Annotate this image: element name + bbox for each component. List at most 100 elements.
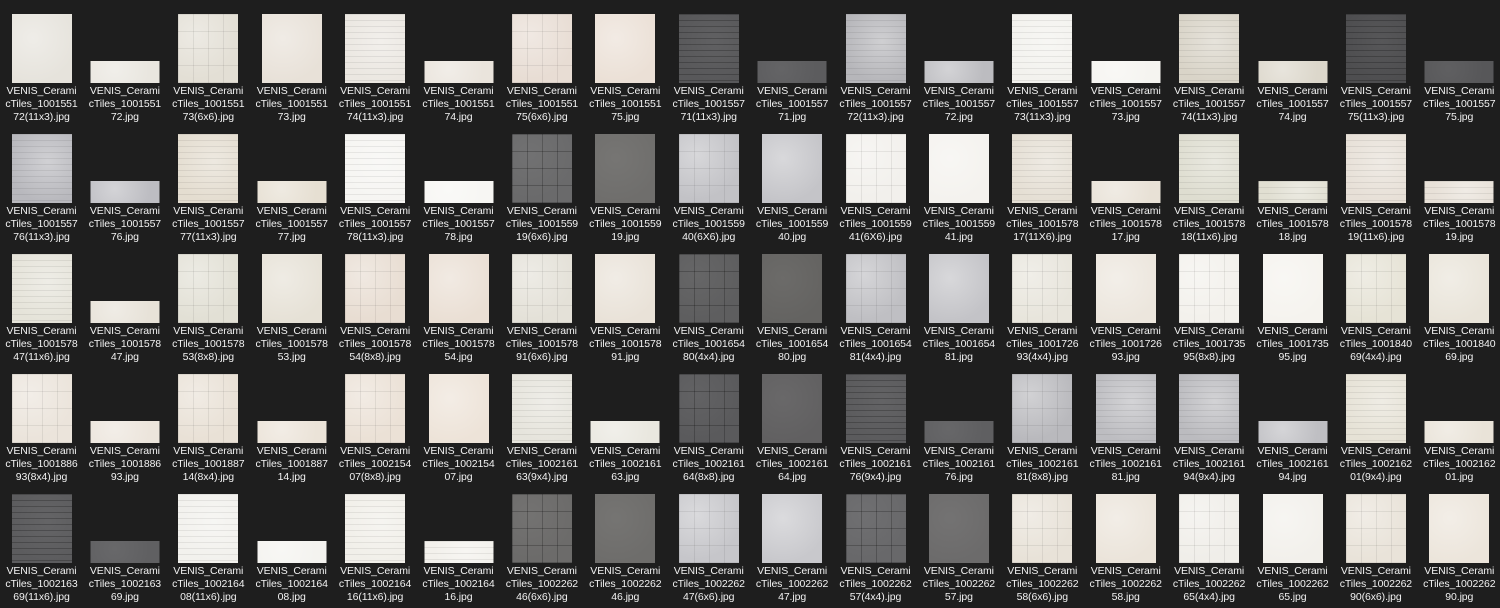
- file-item[interactable]: VENIS_Cerami cTiles_1002262 65.jpg: [1251, 485, 1334, 603]
- file-name-line: 40.jpg: [778, 231, 807, 243]
- file-item[interactable]: VENIS_Cerami cTiles_1002262 47(6x6).jpg: [667, 485, 750, 603]
- file-item[interactable]: VENIS_Cerami cTiles_1002161 76.jpg: [917, 365, 1000, 483]
- file-item[interactable]: VENIS_Cerami cTiles_1001557 76(11x3).jpg: [0, 125, 83, 243]
- file-item[interactable]: VENIS_Cerami cTiles_1001578 18.jpg: [1251, 125, 1334, 243]
- file-item[interactable]: VENIS_Cerami cTiles_1002164 16.jpg: [417, 485, 500, 603]
- file-item[interactable]: VENIS_Cerami cTiles_1001557 71.jpg: [751, 5, 834, 123]
- file-item[interactable]: VENIS_Cerami cTiles_1001551 72(11x3).jpg: [0, 5, 83, 123]
- file-item[interactable]: VENIS_Cerami cTiles_1001551 72.jpg: [83, 5, 166, 123]
- file-item[interactable]: VENIS_Cerami cTiles_1001557 76.jpg: [83, 125, 166, 243]
- file-item[interactable]: VENIS_Cerami cTiles_1002262 90.jpg: [1418, 485, 1500, 603]
- file-item[interactable]: VENIS_Cerami cTiles_1001726 93.jpg: [1084, 245, 1167, 363]
- file-item[interactable]: VENIS_Cerami cTiles_1002154 07(8x8).jpg: [334, 365, 417, 483]
- file-item[interactable]: VENIS_Cerami cTiles_1002161 81.jpg: [1084, 365, 1167, 483]
- file-item[interactable]: VENIS_Cerami cTiles_1001557 73.jpg: [1084, 5, 1167, 123]
- file-item[interactable]: VENIS_Cerami cTiles_1001557 74(11x3).jpg: [1168, 5, 1251, 123]
- file-item[interactable]: VENIS_Cerami cTiles_1001557 73(11x3).jpg: [1001, 5, 1084, 123]
- file-item[interactable]: VENIS_Cerami cTiles_1002262 47.jpg: [751, 485, 834, 603]
- file-item[interactable]: VENIS_Cerami cTiles_1001578 54.jpg: [417, 245, 500, 363]
- file-item[interactable]: VENIS_Cerami cTiles_1002262 57(4x4).jpg: [834, 485, 917, 603]
- file-item[interactable]: VENIS_Cerami cTiles_1001840 69(4x4).jpg: [1334, 245, 1417, 363]
- file-item[interactable]: VENIS_Cerami cTiles_1001735 95(8x8).jpg: [1168, 245, 1251, 363]
- thumbnail-area: [1001, 247, 1084, 323]
- image-thumbnail: [1345, 494, 1406, 563]
- file-item[interactable]: VENIS_Cerami cTiles_1002163 69(11x6).jpg: [0, 485, 83, 603]
- file-item[interactable]: VENIS_Cerami cTiles_1001840 69.jpg: [1418, 245, 1500, 363]
- file-name-line: cTiles_1001578: [422, 338, 495, 350]
- file-item[interactable]: VENIS_Cerami cTiles_1001654 80.jpg: [751, 245, 834, 363]
- file-item[interactable]: VENIS_Cerami cTiles_1002262 57.jpg: [917, 485, 1000, 603]
- file-item[interactable]: VENIS_Cerami cTiles_1001557 78(11x3).jpg: [334, 125, 417, 243]
- file-item[interactable]: VENIS_Cerami cTiles_1001557 72(11x3).jpg: [834, 5, 917, 123]
- file-item[interactable]: VENIS_Cerami cTiles_1001551 74(11x3).jpg: [334, 5, 417, 123]
- file-item[interactable]: VENIS_Cerami cTiles_1002262 46(6x6).jpg: [500, 485, 583, 603]
- thumbnail-area: [1084, 7, 1167, 83]
- file-item[interactable]: VENIS_Cerami cTiles_1001559 40.jpg: [751, 125, 834, 243]
- file-item[interactable]: VENIS_Cerami cTiles_1001654 81(4x4).jpg: [834, 245, 917, 363]
- file-item[interactable]: VENIS_Cerami cTiles_1001557 75.jpg: [1418, 5, 1500, 123]
- file-item[interactable]: VENIS_Cerami cTiles_1002164 16(11x6).jpg: [334, 485, 417, 603]
- file-item[interactable]: VENIS_Cerami cTiles_1001578 17(11X6).jpg: [1001, 125, 1084, 243]
- file-item[interactable]: VENIS_Cerami cTiles_1002262 46.jpg: [584, 485, 667, 603]
- file-item[interactable]: VENIS_Cerami cTiles_1001735 95.jpg: [1251, 245, 1334, 363]
- file-item[interactable]: VENIS_Cerami cTiles_1001559 19(6x6).jpg: [500, 125, 583, 243]
- file-item[interactable]: VENIS_Cerami cTiles_1001578 19(11x6).jpg: [1334, 125, 1417, 243]
- file-name: VENIS_Cerami cTiles_1001726 93.jpg: [1084, 325, 1167, 364]
- file-item[interactable]: VENIS_Cerami cTiles_1001578 47(11x6).jpg: [0, 245, 83, 363]
- file-item[interactable]: VENIS_Cerami cTiles_1001557 71(11x3).jpg: [667, 5, 750, 123]
- file-item[interactable]: VENIS_Cerami cTiles_1001654 81.jpg: [917, 245, 1000, 363]
- file-item[interactable]: VENIS_Cerami cTiles_1001578 17.jpg: [1084, 125, 1167, 243]
- file-item[interactable]: VENIS_Cerami cTiles_1001551 75(6x6).jpg: [500, 5, 583, 123]
- file-item[interactable]: VENIS_Cerami cTiles_1001886 93(8x4).jpg: [0, 365, 83, 483]
- file-item[interactable]: VENIS_Cerami cTiles_1001578 53(8x8).jpg: [167, 245, 250, 363]
- file-item[interactable]: VENIS_Cerami cTiles_1001654 80(4x4).jpg: [667, 245, 750, 363]
- file-item[interactable]: VENIS_Cerami cTiles_1001557 74.jpg: [1251, 5, 1334, 123]
- file-name: VENIS_Cerami cTiles_1001557 78.jpg: [417, 205, 500, 244]
- file-item[interactable]: VENIS_Cerami cTiles_1001578 19.jpg: [1418, 125, 1500, 243]
- file-item[interactable]: VENIS_Cerami cTiles_1002161 94.jpg: [1251, 365, 1334, 483]
- file-item[interactable]: VENIS_Cerami cTiles_1001557 72.jpg: [917, 5, 1000, 123]
- file-item[interactable]: VENIS_Cerami cTiles_1001578 54(8x8).jpg: [334, 245, 417, 363]
- file-item[interactable]: VENIS_Cerami cTiles_1002262 58.jpg: [1084, 485, 1167, 603]
- file-item[interactable]: VENIS_Cerami cTiles_1001578 18(11x6).jpg: [1168, 125, 1251, 243]
- file-item[interactable]: VENIS_Cerami cTiles_1001726 93(4x4).jpg: [1001, 245, 1084, 363]
- file-item[interactable]: VENIS_Cerami cTiles_1001559 19.jpg: [584, 125, 667, 243]
- file-item[interactable]: VENIS_Cerami cTiles_1002164 08(11x6).jpg: [167, 485, 250, 603]
- file-item[interactable]: VENIS_Cerami cTiles_1001551 74.jpg: [417, 5, 500, 123]
- file-item[interactable]: VENIS_Cerami cTiles_1002262 65(4x4).jpg: [1168, 485, 1251, 603]
- file-item[interactable]: VENIS_Cerami cTiles_1001578 47.jpg: [83, 245, 166, 363]
- file-item[interactable]: VENIS_Cerami cTiles_1002161 94(9x4).jpg: [1168, 365, 1251, 483]
- file-item[interactable]: VENIS_Cerami cTiles_1001551 73(6x6).jpg: [167, 5, 250, 123]
- file-item[interactable]: VENIS_Cerami cTiles_1001559 41(6X6).jpg: [834, 125, 917, 243]
- file-item[interactable]: VENIS_Cerami cTiles_1001886 93.jpg: [83, 365, 166, 483]
- file-item[interactable]: VENIS_Cerami cTiles_1001551 75.jpg: [584, 5, 667, 123]
- file-item[interactable]: VENIS_Cerami cTiles_1001557 78.jpg: [417, 125, 500, 243]
- file-item[interactable]: VENIS_Cerami cTiles_1001578 91.jpg: [584, 245, 667, 363]
- file-item[interactable]: VENIS_Cerami cTiles_1002262 58(6x6).jpg: [1001, 485, 1084, 603]
- file-item[interactable]: VENIS_Cerami cTiles_1002161 64.jpg: [751, 365, 834, 483]
- file-item[interactable]: VENIS_Cerami cTiles_1001887 14(8x4).jpg: [167, 365, 250, 483]
- file-item[interactable]: VENIS_Cerami cTiles_1002161 81(8x8).jpg: [1001, 365, 1084, 483]
- file-item[interactable]: VENIS_Cerami cTiles_1001559 41.jpg: [917, 125, 1000, 243]
- file-item[interactable]: VENIS_Cerami cTiles_1001557 77(11x3).jpg: [167, 125, 250, 243]
- file-item[interactable]: VENIS_Cerami cTiles_1001887 14.jpg: [250, 365, 333, 483]
- file-item[interactable]: VENIS_Cerami cTiles_1002154 07.jpg: [417, 365, 500, 483]
- file-item[interactable]: VENIS_Cerami cTiles_1002161 64(8x8).jpg: [667, 365, 750, 483]
- image-thumbnail: [595, 14, 656, 83]
- file-item[interactable]: VENIS_Cerami cTiles_1002161 63(9x4).jpg: [500, 365, 583, 483]
- file-item[interactable]: VENIS_Cerami cTiles_1002161 76(9x4).jpg: [834, 365, 917, 483]
- file-item[interactable]: VENIS_Cerami cTiles_1002161 63.jpg: [584, 365, 667, 483]
- file-item[interactable]: VENIS_Cerami cTiles_1001551 73.jpg: [250, 5, 333, 123]
- file-item[interactable]: VENIS_Cerami cTiles_1002162 01.jpg: [1418, 365, 1500, 483]
- file-item[interactable]: VENIS_Cerami cTiles_1002163 69.jpg: [83, 485, 166, 603]
- file-name: VENIS_Cerami cTiles_1001551 74(11x3).jpg: [334, 85, 417, 124]
- file-item[interactable]: VENIS_Cerami cTiles_1001557 77.jpg: [250, 125, 333, 243]
- file-item[interactable]: VENIS_Cerami cTiles_1001557 75(11x3).jpg: [1334, 5, 1417, 123]
- file-item[interactable]: VENIS_Cerami cTiles_1002262 90(6x6).jpg: [1334, 485, 1417, 603]
- thumbnail-area: [250, 127, 333, 203]
- file-item[interactable]: VENIS_Cerami cTiles_1001578 53.jpg: [250, 245, 333, 363]
- file-item[interactable]: VENIS_Cerami cTiles_1002164 08.jpg: [250, 485, 333, 603]
- file-item[interactable]: VENIS_Cerami cTiles_1001578 91(6x6).jpg: [500, 245, 583, 363]
- file-item[interactable]: VENIS_Cerami cTiles_1002162 01(9x4).jpg: [1334, 365, 1417, 483]
- file-item[interactable]: VENIS_Cerami cTiles_1001559 40(6X6).jpg: [667, 125, 750, 243]
